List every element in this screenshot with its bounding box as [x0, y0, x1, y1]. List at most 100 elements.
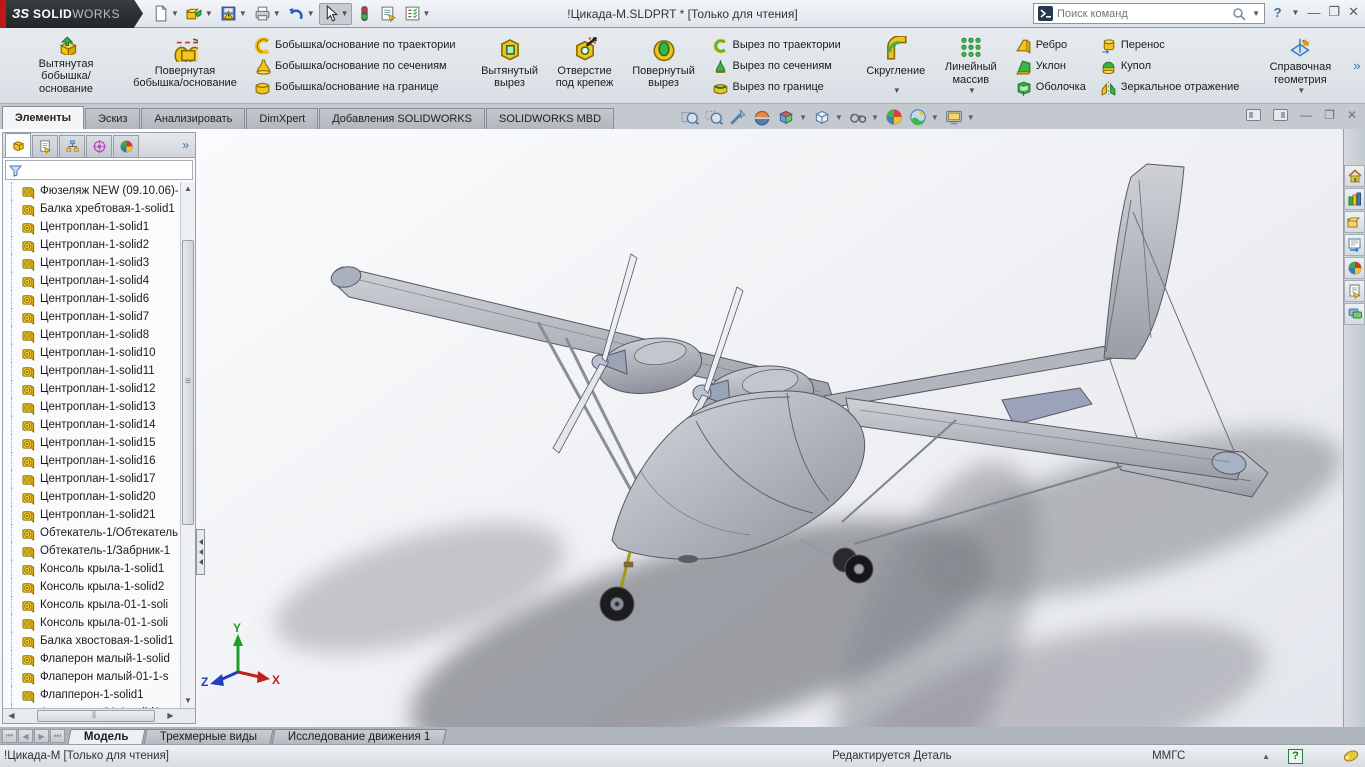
dropdown-arrow-icon[interactable]: ▼	[239, 9, 247, 18]
tree-item[interactable]: Консоль крыла-01-1-soli	[3, 596, 179, 614]
previous-view-button[interactable]	[729, 108, 747, 126]
tab-nav-button[interactable]: ⏮	[2, 729, 17, 743]
restore-button[interactable]: ❐	[1328, 4, 1340, 20]
draft-button[interactable]: Уклон	[1011, 56, 1090, 77]
doc-close-icon[interactable]: ✕	[1347, 108, 1357, 122]
tree-item[interactable]: Центроплан-1-solid21	[3, 506, 179, 524]
linear-pattern-button[interactable]: Линейный массив ▼	[935, 32, 1007, 100]
dropdown-arrow-icon[interactable]: ▼	[871, 113, 879, 122]
reference-geometry-button[interactable]: Справочная геометрия ▼	[1257, 32, 1343, 100]
dropdown-arrow-icon[interactable]: ▼	[893, 86, 901, 95]
units-dropdown-icon[interactable]: ▲	[1262, 752, 1270, 761]
dropdown-arrow-icon[interactable]: ▼	[273, 9, 281, 18]
display-style-button[interactable]: ▼	[813, 108, 843, 126]
view-orientation-button[interactable]: ▼	[777, 108, 807, 126]
help-button[interactable]: ?	[1274, 5, 1282, 20]
minimize-button[interactable]: —	[1307, 5, 1320, 20]
boss-boundary-button[interactable]: Бобышка/основание на границе	[250, 77, 460, 98]
pane-left-toggle-icon[interactable]	[1246, 109, 1262, 121]
tab-nav-button[interactable]: ◀	[18, 729, 33, 743]
magnifier-icon[interactable]	[1232, 7, 1246, 21]
boss-loft-button[interactable]: Бобышка/основание по сечениям	[250, 56, 460, 77]
tree-item[interactable]: Центроплан-1-solid20	[3, 488, 179, 506]
tree-item[interactable]: Центроплан-1-solid10	[3, 344, 179, 362]
tree-item[interactable]: Центроплан-1-solid17	[3, 470, 179, 488]
shell-button[interactable]: Оболочка	[1011, 77, 1090, 98]
tab-элементы[interactable]: Элементы	[2, 106, 85, 129]
undo-button[interactable]: ▼	[285, 3, 318, 25]
tree-item[interactable]: Центроплан-1-solid16	[3, 452, 179, 470]
cut-revolve-button[interactable]: Повернутый вырез	[624, 32, 704, 100]
view-settings-button[interactable]: ▼	[945, 108, 975, 126]
scroll-down-icon[interactable]: ▼	[182, 695, 194, 707]
forum-button[interactable]	[1344, 303, 1365, 325]
doc-minimize-icon[interactable]: —	[1300, 108, 1312, 122]
tree-item[interactable]: Балка хвостовая-1-solid1	[3, 632, 179, 650]
tree-item[interactable]: Центроплан-1-solid6	[3, 290, 179, 308]
edit-appearance-button[interactable]	[885, 108, 903, 126]
tree-horizontal-scrollbar[interactable]: ◀ ▶	[3, 708, 195, 723]
vscroll-thumb[interactable]	[182, 240, 194, 525]
cut-extrude-button[interactable]: Вытянутый вырез	[474, 32, 546, 100]
pane-right-toggle-icon[interactable]	[1273, 109, 1289, 121]
quick-tips-icon[interactable]: ?	[1288, 748, 1303, 764]
hole-wizard-button[interactable]: Отверстие под крепеж	[548, 32, 622, 100]
scroll-right-icon[interactable]: ▶	[164, 710, 177, 722]
tab-dimxpert[interactable]: DimXpert	[246, 108, 319, 129]
resources-home-button[interactable]	[1344, 165, 1365, 187]
panel-splitter-handle[interactable]	[196, 529, 205, 575]
custom-properties-button[interactable]	[1344, 280, 1365, 302]
tree-item[interactable]: Обтекатель-1/Обтекатель	[3, 524, 179, 542]
open-button[interactable]: ▼	[183, 3, 216, 25]
dropdown-arrow-icon[interactable]: ▼	[931, 113, 939, 122]
model-tab-2[interactable]: Исследование движения 1	[271, 729, 447, 744]
section-view-button[interactable]	[753, 108, 771, 126]
help-dropdown-icon[interactable]: ▼	[1292, 8, 1300, 17]
doc-restore-icon[interactable]: ❐	[1324, 108, 1335, 122]
tree-item[interactable]: Балка хребтовая-1-solid1	[3, 200, 179, 218]
tree-item[interactable]: Флапперон-1-solid1	[3, 686, 179, 704]
tree-item[interactable]: Флаперон малый-1-solid	[3, 650, 179, 668]
tab-solidworks-mbd[interactable]: SOLIDWORKS MBD	[486, 108, 615, 129]
fillet-button[interactable]: Скругление ▼	[859, 32, 933, 100]
dropdown-arrow-icon[interactable]: ▼	[205, 9, 213, 18]
tree-item[interactable]: Консоль крыла-1-solid2	[3, 578, 179, 596]
tree-item[interactable]: Центроплан-1-solid3	[3, 254, 179, 272]
featuremanager-tab-tab[interactable]	[5, 133, 31, 157]
close-button[interactable]: ✕	[1348, 4, 1359, 20]
tree-item[interactable]: Центроплан-1-solid8	[3, 326, 179, 344]
model-tab-1[interactable]: Трехмерные виды	[142, 729, 274, 744]
file-properties-button[interactable]	[377, 3, 400, 25]
search-dropdown-icon[interactable]: ▼	[1252, 9, 1260, 18]
save-button[interactable]: ▼	[217, 3, 250, 25]
dome-button[interactable]: Купол	[1096, 56, 1244, 77]
tree-item[interactable]: Обтекатель-1/Забрник-1	[3, 542, 179, 560]
hide-show-items-button[interactable]: ▼	[849, 108, 879, 126]
dropdown-arrow-icon[interactable]: ▼	[968, 86, 976, 95]
boss-sweep-button[interactable]: Бобышка/основание по траектории	[250, 35, 460, 56]
file-explorer-button[interactable]	[1344, 211, 1365, 233]
tree-item[interactable]: Центроплан-1-solid4	[3, 272, 179, 290]
graphics-viewport[interactable]: Y X Z	[0, 129, 1365, 727]
tree-filter-box[interactable]	[5, 160, 193, 180]
rib-button[interactable]: Ребро	[1011, 35, 1090, 56]
tree-item[interactable]: Консоль крыла-1-solid1	[3, 560, 179, 578]
dimxpertmanager-tab-tab[interactable]	[86, 135, 112, 157]
tree-item[interactable]: Консоль крыла-01-1-soli	[3, 614, 179, 632]
tree-item[interactable]: Центроплан-1-solid14	[3, 416, 179, 434]
tab-анализировать[interactable]: Анализировать	[141, 108, 246, 129]
dropdown-arrow-icon[interactable]: ▼	[967, 113, 975, 122]
status-units[interactable]: ММГС	[1152, 750, 1262, 762]
rebuild-button[interactable]	[353, 3, 376, 25]
boss-revolve-button[interactable]: Повернутая бобышка/основание	[124, 32, 246, 100]
view-palette-button[interactable]	[1344, 234, 1365, 256]
boss-extrude-button[interactable]: Вытянутая бобышка/основание	[10, 32, 122, 100]
tree-item[interactable]: Центроплан-1-solid15	[3, 434, 179, 452]
new-document-button[interactable]: ▼	[149, 3, 182, 25]
options-button[interactable]: ▼	[401, 3, 434, 25]
tree-item[interactable]: Флаперон малый-01-1-s	[3, 668, 179, 686]
cut-loft-button[interactable]: Вырез по сечениям	[708, 56, 845, 77]
command-search[interactable]: ▼	[1033, 3, 1265, 24]
feature-tabs-overflow[interactable]: »	[182, 138, 189, 152]
tab-добавления-solidworks[interactable]: Добавления SOLIDWORKS	[319, 108, 486, 129]
